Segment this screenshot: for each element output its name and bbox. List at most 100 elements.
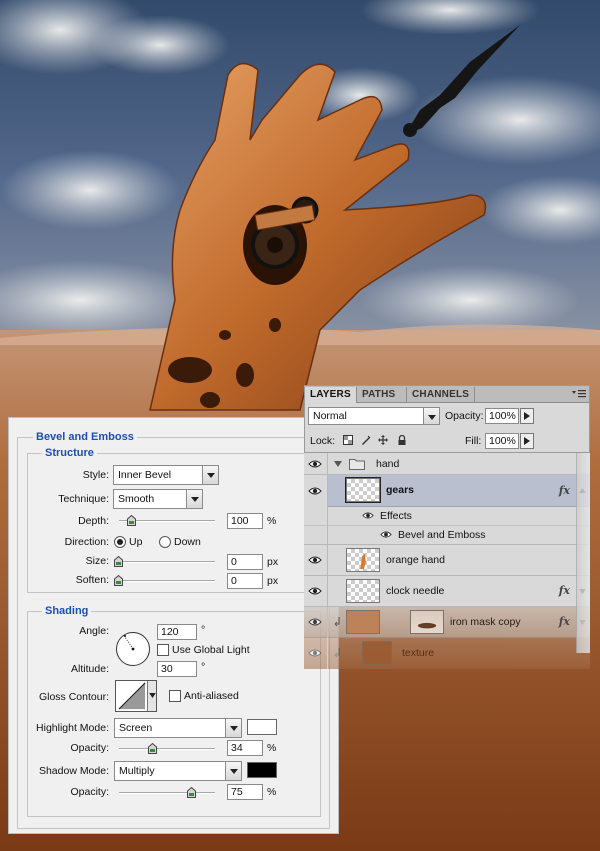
layer-row-texture[interactable]: texture [304, 638, 590, 669]
layer-name: clock needle [386, 585, 445, 597]
visibility-eye-icon[interactable] [308, 586, 322, 596]
chevron-down-icon[interactable] [225, 719, 241, 737]
lock-all-icon[interactable] [397, 435, 407, 445]
bevel-title: Bevel and Emboss [33, 431, 137, 443]
highlight-opacity-unit: % [267, 742, 277, 754]
tab-channels[interactable]: CHANNELS [407, 387, 475, 403]
layer-name: iron mask copy [450, 616, 521, 628]
layer-name: texture [402, 647, 435, 659]
layer-row-gears[interactable]: gears fx [304, 475, 590, 507]
size-label: Size: [85, 555, 109, 567]
highlight-color-swatch[interactable] [247, 719, 277, 735]
size-slider[interactable] [114, 556, 215, 568]
fill-arrow-button[interactable] [520, 433, 534, 449]
layer-name: gears [386, 484, 415, 496]
opacity-arrow-button[interactable] [520, 408, 534, 424]
fx-icon[interactable]: fx [559, 484, 570, 497]
soften-input[interactable]: 0 [227, 573, 263, 589]
highlight-mode-dropdown[interactable]: Screen [114, 718, 242, 738]
effects-row[interactable]: Effects [304, 507, 590, 526]
opacity-input[interactable]: 100% [485, 408, 519, 424]
shadow-opacity-slider[interactable] [119, 787, 215, 799]
clipping-arrow-icon [334, 617, 340, 627]
visibility-eye-icon[interactable] [308, 555, 322, 565]
chevron-down-icon[interactable] [186, 490, 202, 508]
depth-input[interactable]: 100 [227, 513, 263, 529]
shadow-opacity-label: Opacity: [70, 786, 109, 798]
altitude-input[interactable]: 30 [157, 661, 197, 677]
expand-triangle-icon[interactable] [334, 461, 342, 467]
layer-row-orange-hand[interactable]: orange hand [304, 545, 590, 576]
panel-menu-icon[interactable] [572, 389, 586, 398]
altitude-label: Altitude: [71, 663, 109, 675]
layer-row-hand[interactable]: hand [304, 453, 590, 475]
visibility-eye-icon[interactable] [308, 617, 322, 627]
layers-scrollbar[interactable] [576, 453, 590, 653]
direction-down-radio[interactable] [159, 536, 171, 548]
slider-thumb-icon[interactable] [187, 787, 196, 798]
contour-dropdown-arrow[interactable] [147, 681, 156, 711]
layer-mask-thumbnail[interactable] [410, 610, 444, 634]
layer-row-clock-needle[interactable]: clock needle fx [304, 576, 590, 607]
lock-position-icon[interactable] [378, 435, 388, 445]
chevron-down-icon[interactable] [202, 466, 218, 484]
chevron-down-icon[interactable] [423, 408, 439, 424]
effect-name: Bevel and Emboss [398, 529, 486, 541]
soften-unit: px [267, 575, 279, 587]
slider-thumb-icon[interactable] [148, 743, 157, 754]
chevron-down-icon[interactable] [225, 762, 241, 780]
soften-label: Soften: [75, 574, 109, 586]
angle-dial-icon[interactable] [115, 631, 151, 667]
technique-value: Smooth [118, 493, 155, 505]
style-dropdown[interactable]: Inner Bevel [113, 465, 219, 485]
use-global-light-checkbox[interactable] [157, 644, 169, 656]
visibility-eye-icon[interactable] [308, 486, 322, 496]
visibility-eye-icon[interactable] [380, 530, 392, 539]
blend-mode-value: Normal [313, 410, 347, 422]
fx-icon[interactable]: fx [559, 615, 570, 628]
shadow-mode-dropdown[interactable]: Multiply [114, 761, 242, 781]
soften-slider[interactable] [114, 575, 215, 587]
shadow-mode-label: Shadow Mode: [38, 765, 109, 777]
tab-paths[interactable]: PATHS [357, 387, 407, 403]
shadow-opacity-input[interactable]: 75 [227, 784, 263, 800]
highlight-opacity-slider[interactable] [119, 743, 215, 755]
blend-mode-dropdown[interactable]: Normal [308, 407, 440, 425]
structure-title: Structure [42, 447, 97, 459]
angle-input[interactable]: 120 [157, 624, 197, 640]
lock-transparency-icon[interactable] [343, 435, 353, 445]
fx-icon[interactable]: fx [559, 584, 570, 597]
anti-aliased-checkbox[interactable] [169, 690, 181, 702]
highlight-opacity-input[interactable]: 34 [227, 740, 263, 756]
slider-thumb-icon[interactable] [127, 515, 136, 526]
lock-pixels-icon[interactable] [361, 435, 371, 445]
layer-thumbnail [346, 579, 380, 603]
mask-shape-icon [417, 622, 437, 629]
shadow-color-swatch[interactable] [247, 762, 277, 778]
highlight-mode-value: Screen [119, 722, 153, 734]
depth-label: Depth: [78, 515, 109, 527]
technique-dropdown[interactable]: Smooth [113, 489, 203, 509]
effects-label: Effects [380, 510, 412, 522]
layer-row-iron-mask-copy[interactable]: iron mask copy fx [304, 607, 590, 638]
panel-tabs: LAYERS PATHS CHANNELS [305, 386, 589, 403]
tab-layers[interactable]: LAYERS [305, 387, 357, 403]
size-input[interactable]: 0 [227, 554, 263, 570]
anti-aliased-label: Anti-aliased [184, 690, 239, 702]
chevron-down-icon [149, 693, 156, 698]
fill-label: Fill: [465, 435, 482, 447]
gloss-contour-picker[interactable] [115, 680, 157, 712]
visibility-eye-icon[interactable] [308, 459, 322, 469]
direction-down-label: Down [174, 536, 201, 548]
angle-unit: ° [201, 624, 206, 636]
slider-thumb-icon[interactable] [114, 556, 123, 567]
layer-thumbnail [346, 548, 380, 572]
layer-thumbnail [346, 610, 380, 634]
slider-thumb-icon[interactable] [114, 575, 123, 586]
depth-slider[interactable] [119, 515, 215, 527]
effect-row-bevel-emboss[interactable]: Bevel and Emboss [304, 526, 590, 545]
visibility-eye-icon[interactable] [308, 648, 322, 658]
direction-up-radio[interactable] [114, 536, 126, 548]
visibility-eye-icon[interactable] [362, 511, 374, 520]
fill-input[interactable]: 100% [485, 433, 519, 449]
